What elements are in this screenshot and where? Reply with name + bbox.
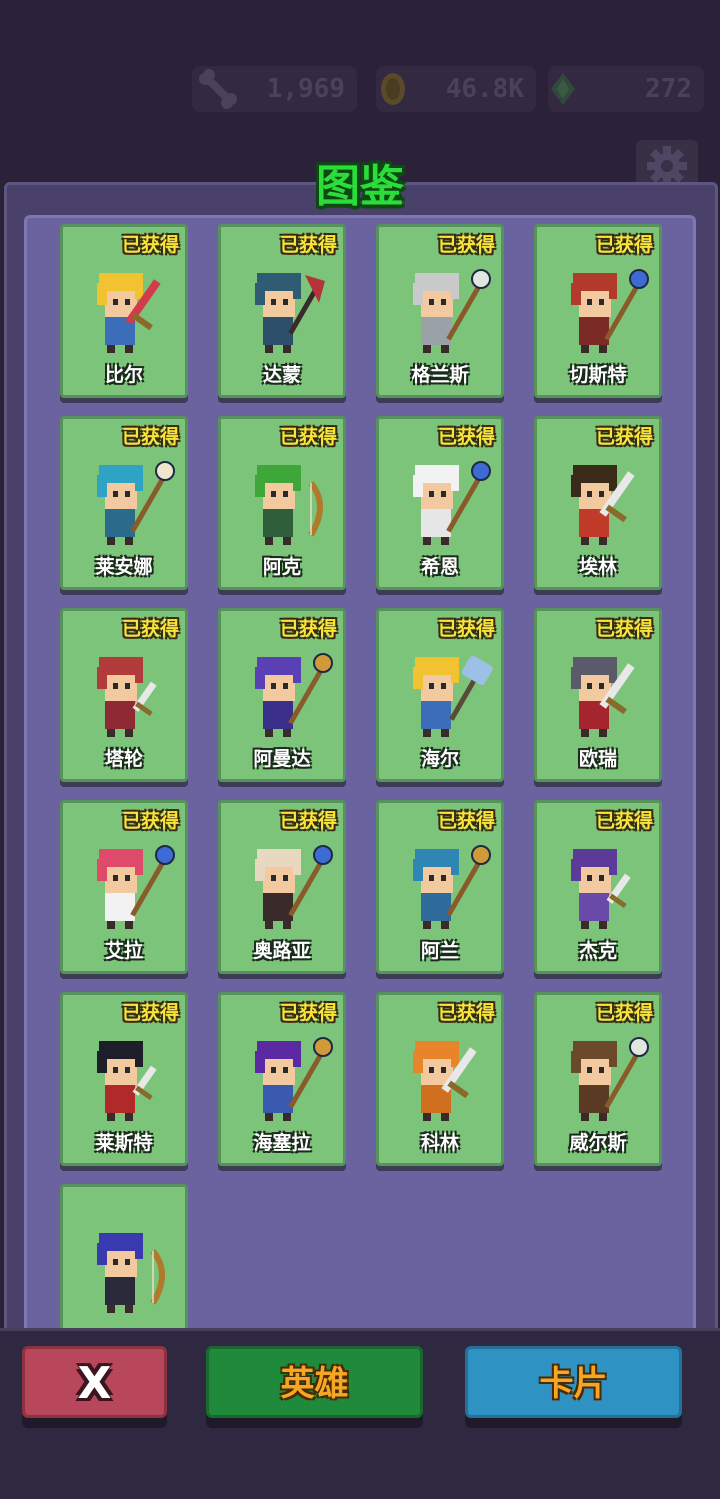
obtained-badge: 已获得 xyxy=(279,810,337,832)
hero-name: 希恩 xyxy=(420,556,459,578)
obtained-badge: 已获得 xyxy=(121,618,179,640)
hero-name: 海塞拉 xyxy=(253,1132,311,1154)
hero-portrait-icon xyxy=(413,461,491,545)
obtained-badge: 已获得 xyxy=(595,618,653,640)
hero-portrait-icon xyxy=(571,269,649,353)
hero-card[interactable]: 已获得塔轮 xyxy=(60,608,188,782)
hero-card[interactable]: 已获得海尔 xyxy=(376,608,504,782)
hero-name: 海尔 xyxy=(420,748,459,770)
hero-card[interactable]: 已获得格兰斯 xyxy=(376,224,504,398)
obtained-badge: 已获得 xyxy=(121,1002,179,1024)
hero-card[interactable]: 已获得希恩 xyxy=(376,416,504,590)
obtained-badge: 已获得 xyxy=(437,810,495,832)
hero-name: 艾拉 xyxy=(104,940,143,962)
coin-icon xyxy=(381,73,405,105)
hero-card[interactable]: 已获得达蒙 xyxy=(218,224,346,398)
hero-name: 阿克 xyxy=(262,556,301,578)
hero-portrait-icon xyxy=(255,1037,333,1121)
hero-card[interactable]: 已获得威尔斯 xyxy=(534,992,662,1166)
close-icon: X xyxy=(77,1358,112,1409)
hero-name: 塔轮 xyxy=(104,748,143,770)
gem-icon xyxy=(551,73,575,105)
hero-card[interactable]: 已获得奥路亚 xyxy=(218,800,346,974)
obtained-badge: 已获得 xyxy=(437,234,495,256)
hero-name: 莱安娜 xyxy=(95,556,153,578)
card-grid[interactable]: 已获得 比尔 已获得 达蒙 已获得 格兰斯 已获得 切斯特 已获得 莱安娜 已获得 阿克 已获得 希恩 已获… xyxy=(24,215,696,1335)
obtained-badge: 已获得 xyxy=(595,810,653,832)
heroes-tab-button[interactable]: 英雄 xyxy=(206,1346,423,1418)
hero-portrait-icon xyxy=(413,1041,477,1121)
obtained-badge: 已获得 xyxy=(437,426,495,448)
hero-name: 奥路亚 xyxy=(253,940,311,962)
hero-portrait-icon xyxy=(97,461,175,545)
hero-card[interactable]: 已获得阿克 xyxy=(218,416,346,590)
gem-counter: 272 xyxy=(548,66,704,112)
hero-name: 埃林 xyxy=(578,556,617,578)
hero-name: 阿曼达 xyxy=(253,748,311,770)
hero-portrait-icon xyxy=(97,1041,157,1121)
hero-card[interactable]: 已获得比尔 xyxy=(60,224,188,398)
hero-portrait-icon xyxy=(97,657,157,737)
hero-name: 切斯特 xyxy=(569,364,627,386)
hero-name: 比尔 xyxy=(104,364,143,386)
hero-name: 科林 xyxy=(420,1132,459,1154)
hero-portrait-icon xyxy=(255,653,333,737)
hero-card[interactable] xyxy=(60,1184,188,1332)
hero-name: 达蒙 xyxy=(262,364,301,386)
hero-card[interactable]: 已获得艾拉 xyxy=(60,800,188,974)
obtained-badge: 已获得 xyxy=(279,426,337,448)
close-button[interactable]: X xyxy=(22,1346,167,1418)
hero-card[interactable]: 已获得埃林 xyxy=(534,416,662,590)
obtained-badge: 已获得 xyxy=(279,618,337,640)
hero-name: 杰克 xyxy=(578,940,617,962)
bone-counter: 1,969 xyxy=(192,66,357,112)
hero-portrait-icon xyxy=(413,269,491,353)
hero-portrait-icon xyxy=(571,657,635,737)
coin-value: 46.8K xyxy=(445,74,524,104)
obtained-badge: 已获得 xyxy=(121,426,179,448)
hero-card[interactable]: 已获得切斯特 xyxy=(534,224,662,398)
hero-portrait-icon xyxy=(97,273,161,353)
gem-value: 272 xyxy=(645,74,692,104)
obtained-badge: 已获得 xyxy=(595,426,653,448)
hero-card[interactable]: 已获得杰克 xyxy=(534,800,662,974)
hero-portrait-icon xyxy=(255,465,323,545)
hero-name: 威尔斯 xyxy=(569,1132,627,1154)
obtained-badge: 已获得 xyxy=(595,1002,653,1024)
hero-portrait-icon xyxy=(571,849,631,929)
cards-button-label: 卡片 xyxy=(539,1364,608,1404)
hero-portrait-icon xyxy=(255,845,333,929)
obtained-badge: 已获得 xyxy=(437,618,495,640)
hero-name: 莱斯特 xyxy=(95,1132,153,1154)
hero-portrait-icon xyxy=(97,1233,165,1313)
hero-card[interactable]: 已获得科林 xyxy=(376,992,504,1166)
hero-name: 格兰斯 xyxy=(411,364,469,386)
hero-card[interactable]: 已获得阿曼达 xyxy=(218,608,346,782)
hero-portrait-icon xyxy=(413,845,491,929)
hero-name: 欧瑞 xyxy=(578,748,617,770)
hero-portrait-icon xyxy=(571,1037,649,1121)
obtained-badge: 已获得 xyxy=(437,1002,495,1024)
obtained-badge: 已获得 xyxy=(279,1002,337,1024)
hero-card[interactable]: 已获得莱斯特 xyxy=(60,992,188,1166)
page-title: 图鉴 xyxy=(316,161,404,212)
hero-portrait-icon xyxy=(571,465,635,545)
bone-value: 1,969 xyxy=(266,74,345,104)
obtained-badge: 已获得 xyxy=(121,234,179,256)
hero-card[interactable]: 已获得海塞拉 xyxy=(218,992,346,1166)
hero-name: 阿兰 xyxy=(420,940,459,962)
obtained-badge: 已获得 xyxy=(121,810,179,832)
hero-portrait-icon xyxy=(255,273,325,353)
hero-portrait-icon xyxy=(97,845,175,929)
coin-counter: 46.8K xyxy=(376,66,536,112)
obtained-badge: 已获得 xyxy=(279,234,337,256)
heroes-button-label: 英雄 xyxy=(280,1364,349,1404)
bone-icon xyxy=(199,69,237,109)
cards-tab-button[interactable]: 卡片 xyxy=(465,1346,682,1418)
hero-card[interactable]: 已获得阿兰 xyxy=(376,800,504,974)
obtained-badge: 已获得 xyxy=(595,234,653,256)
hero-portrait-icon xyxy=(413,655,493,737)
hero-card[interactable]: 已获得莱安娜 xyxy=(60,416,188,590)
hero-card[interactable]: 已获得欧瑞 xyxy=(534,608,662,782)
